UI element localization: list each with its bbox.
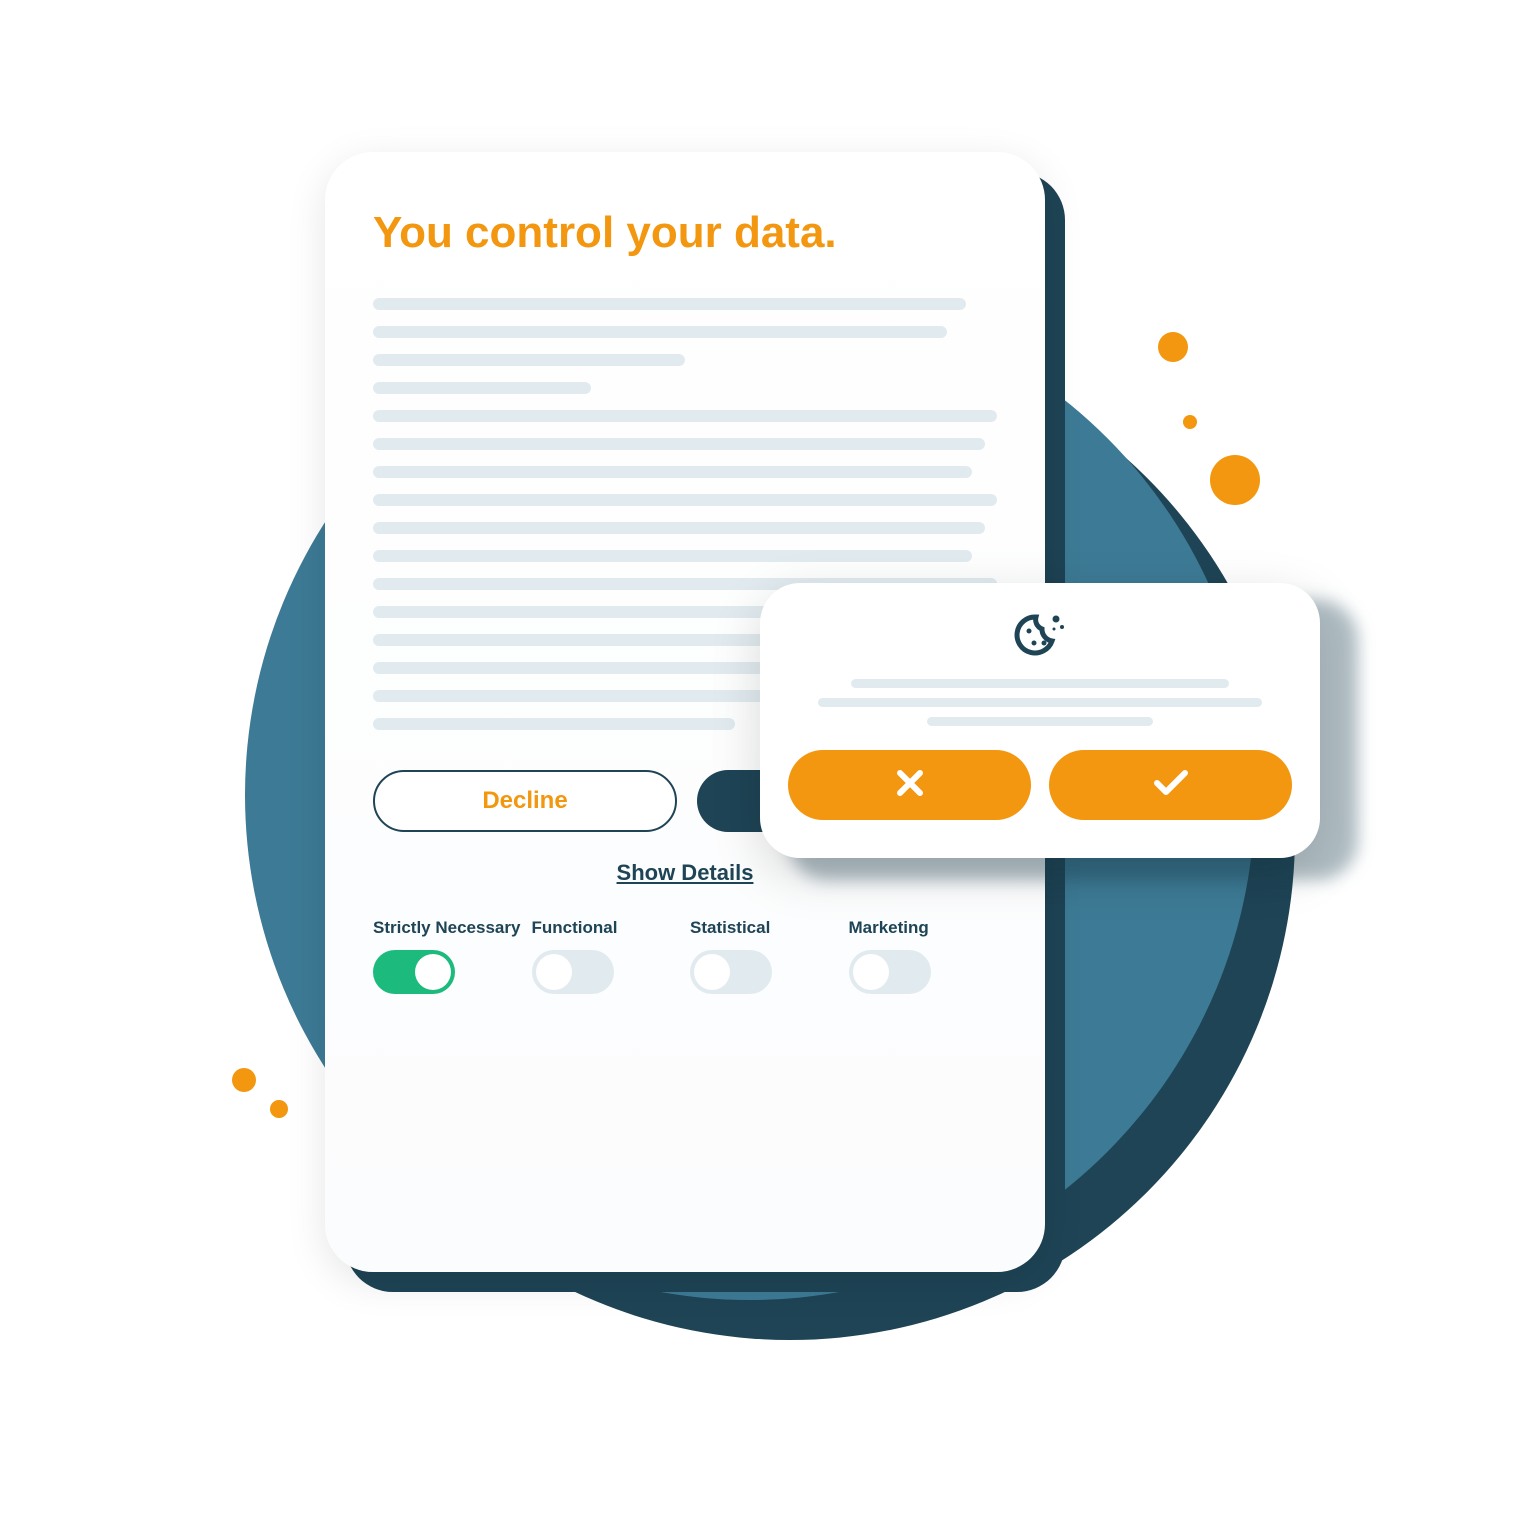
toggle-label: Marketing <box>849 918 929 938</box>
placeholder-line <box>373 438 985 450</box>
placeholder-line <box>373 326 947 338</box>
mini-consent-card <box>760 583 1320 858</box>
toggle-knob <box>694 954 730 990</box>
mini-body-placeholder <box>788 679 1292 726</box>
cookie-icon <box>788 611 1292 659</box>
toggle-knob <box>853 954 889 990</box>
decline-button[interactable]: Decline <box>373 770 677 832</box>
toggle-marketing: Marketing <box>849 918 998 994</box>
decorative-dot <box>1158 332 1188 362</box>
toggle-switch-statistical[interactable] <box>690 950 772 994</box>
mini-accept-button[interactable] <box>1049 750 1292 820</box>
placeholder-line <box>373 298 966 310</box>
placeholder-line <box>373 466 972 478</box>
toggle-statistical: Statistical <box>690 918 839 994</box>
placeholder-line <box>373 550 972 562</box>
toggle-switch-marketing[interactable] <box>849 950 931 994</box>
placeholder-line <box>373 410 997 422</box>
consent-title: You control your data. <box>373 208 997 258</box>
check-icon <box>1151 765 1191 806</box>
placeholder-line <box>373 718 735 730</box>
placeholder-line <box>851 679 1229 688</box>
mini-decline-button[interactable] <box>788 750 1031 820</box>
toggle-label: Strictly Necessary <box>373 918 520 938</box>
decorative-dot <box>1183 415 1197 429</box>
mini-button-row <box>788 750 1292 820</box>
placeholder-line <box>373 522 985 534</box>
placeholder-line <box>927 717 1154 726</box>
decorative-dot <box>232 1068 256 1092</box>
toggle-switch-functional[interactable] <box>532 950 614 994</box>
placeholder-line <box>373 494 997 506</box>
placeholder-line <box>373 382 591 394</box>
placeholder-line <box>818 698 1262 707</box>
toggle-label: Statistical <box>690 918 770 938</box>
toggle-knob <box>536 954 572 990</box>
toggle-knob <box>415 954 451 990</box>
toggle-switch-strictly-necessary[interactable] <box>373 950 455 994</box>
placeholder-line <box>373 354 685 366</box>
decorative-dot <box>1210 455 1260 505</box>
toggle-functional: Functional <box>532 918 681 994</box>
close-icon <box>892 765 928 806</box>
toggle-row: Strictly Necessary Functional Statistica… <box>373 918 997 994</box>
toggle-strictly-necessary: Strictly Necessary <box>373 918 522 994</box>
decorative-dot <box>270 1100 288 1118</box>
toggle-label: Functional <box>532 918 618 938</box>
